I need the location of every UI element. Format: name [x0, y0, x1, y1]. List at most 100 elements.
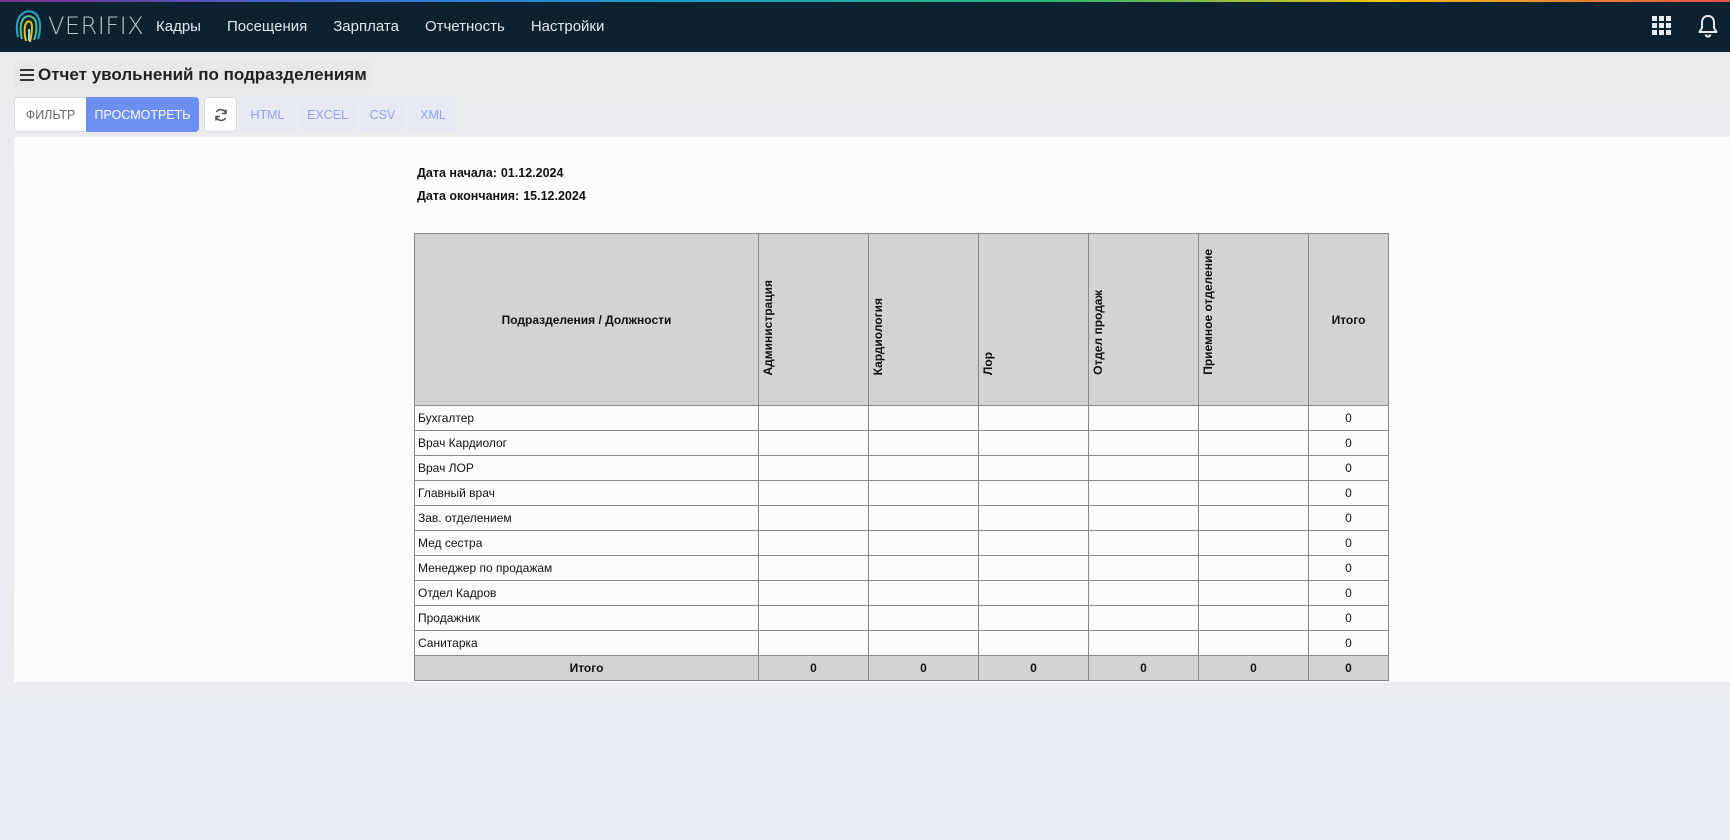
dept-header-label: Отдел продаж	[1091, 290, 1105, 375]
table-cell	[1088, 530, 1199, 556]
table-cell	[978, 480, 1089, 506]
nav-item-reports[interactable]: Отчетность	[425, 18, 505, 35]
position-name: Врач ЛОР	[414, 455, 759, 481]
start-date-label: Дата начала:	[417, 166, 497, 180]
table-cell	[1088, 455, 1199, 481]
table-cell	[868, 630, 979, 656]
table-row: Зав. отделением 0	[414, 505, 1389, 531]
table-cell	[1088, 480, 1199, 506]
export-excel-button[interactable]: EXCEL	[299, 97, 356, 132]
row-total: 0	[1308, 555, 1389, 581]
position-name: Продажник	[414, 605, 759, 631]
table-cell	[1198, 430, 1309, 456]
corner-header: Подразделения / Должности	[414, 233, 759, 406]
nav-item-attendance[interactable]: Посещения	[227, 18, 307, 35]
row-total: 0	[1308, 430, 1389, 456]
dept-header: Кардиология	[868, 233, 979, 406]
table-cell	[868, 555, 979, 581]
end-date: Дата окончания: 15.12.2024	[417, 189, 586, 203]
table-cell	[868, 480, 979, 506]
table-cell	[758, 580, 869, 606]
table-cell	[1088, 580, 1199, 606]
table-cell	[758, 605, 869, 631]
table-cell	[1198, 405, 1309, 431]
bell-icon[interactable]	[1697, 14, 1719, 38]
nav-item-kadry[interactable]: Кадры	[156, 18, 201, 35]
table-cell	[758, 555, 869, 581]
dept-header: Приемное отделение	[1198, 233, 1309, 406]
filter-button[interactable]: ФИЛЬТР	[14, 97, 86, 132]
table-cell	[1088, 505, 1199, 531]
table-cell	[758, 480, 869, 506]
table-cell	[1088, 405, 1199, 431]
row-total: 0	[1308, 480, 1389, 506]
dept-header: Отдел продаж	[1088, 233, 1199, 406]
nav-item-settings[interactable]: Настройки	[531, 18, 605, 35]
table-cell	[1198, 605, 1309, 631]
page-title: Отчет увольнений по подразделениям	[38, 65, 367, 84]
position-name: Бухгалтер	[414, 405, 759, 431]
row-total: 0	[1308, 455, 1389, 481]
export-html-button[interactable]: HTML	[240, 97, 295, 132]
position-name: Врач Кардиолог	[414, 430, 759, 456]
end-date-value: 15.12.2024	[523, 189, 586, 203]
dept-header-label: Кардиология	[871, 297, 885, 375]
end-date-label: Дата окончания:	[417, 189, 520, 203]
table-cell	[758, 530, 869, 556]
row-total: 0	[1308, 630, 1389, 656]
table-cell	[1198, 455, 1309, 481]
page-header: Отчет увольнений по подразделениям	[14, 61, 373, 89]
logo-text: VERIFIX	[48, 12, 145, 40]
refresh-button[interactable]	[204, 97, 237, 132]
summary-total: 0	[1308, 655, 1389, 681]
table-cell	[758, 455, 869, 481]
table-cell	[868, 530, 979, 556]
row-total: 0	[1308, 580, 1389, 606]
table-cell	[868, 505, 979, 531]
table-cell	[758, 630, 869, 656]
row-total: 0	[1308, 505, 1389, 531]
table-cell	[978, 555, 1089, 581]
table-cell	[1198, 630, 1309, 656]
summary-cell: 0	[1088, 655, 1199, 681]
logo[interactable]: VERIFIX	[14, 6, 144, 46]
table-cell	[978, 505, 1089, 531]
export-csv-button[interactable]: CSV	[360, 97, 405, 132]
position-name: Отдел Кадров	[414, 580, 759, 606]
summary-cell: 0	[758, 655, 869, 681]
position-name: Менеджер по продажам	[414, 555, 759, 581]
row-total: 0	[1308, 405, 1389, 431]
dept-header: Лор	[978, 233, 1089, 406]
export-xml-button[interactable]: XML	[409, 97, 457, 132]
table-cell	[1088, 605, 1199, 631]
start-date-value: 01.12.2024	[500, 166, 564, 180]
table-row: Санитарка 0	[414, 630, 1389, 656]
dept-header-label: Администрация	[761, 279, 775, 375]
fingerprint-logo-icon	[15, 10, 42, 43]
table-cell	[868, 430, 979, 456]
row-total: 0	[1308, 605, 1389, 631]
table-cell	[1198, 505, 1309, 531]
hamburger-menu-icon[interactable]	[20, 69, 34, 81]
row-total: 0	[1308, 530, 1389, 556]
position-name: Мед сестра	[414, 530, 759, 556]
table-cell	[978, 605, 1089, 631]
table-cell	[978, 630, 1089, 656]
table-cell	[1198, 530, 1309, 556]
table-row: Менеджер по продажам 0	[414, 555, 1389, 581]
table-cell	[1198, 480, 1309, 506]
start-date: Дата начала: 01.12.2024	[417, 166, 563, 180]
table-cell	[978, 455, 1089, 481]
total-header: Итого	[1308, 233, 1389, 406]
table-cell	[758, 405, 869, 431]
nav-item-salary[interactable]: Зарплата	[333, 18, 399, 35]
table-row: Бухгалтер 0	[414, 405, 1389, 431]
table-cell	[868, 605, 979, 631]
summary-row: Итого 0 0 0 0 0 0	[414, 655, 1389, 681]
grid-apps-icon[interactable]	[1652, 16, 1672, 36]
table-cell	[868, 405, 979, 431]
dept-header-label: Приемное отделение	[1201, 249, 1215, 375]
table-row: Отдел Кадров 0	[414, 580, 1389, 606]
main-nav: Кадры Посещения Зарплата Отчетность Наст…	[156, 0, 630, 52]
view-button[interactable]: ПРОСМОТРЕТЬ	[86, 97, 199, 132]
